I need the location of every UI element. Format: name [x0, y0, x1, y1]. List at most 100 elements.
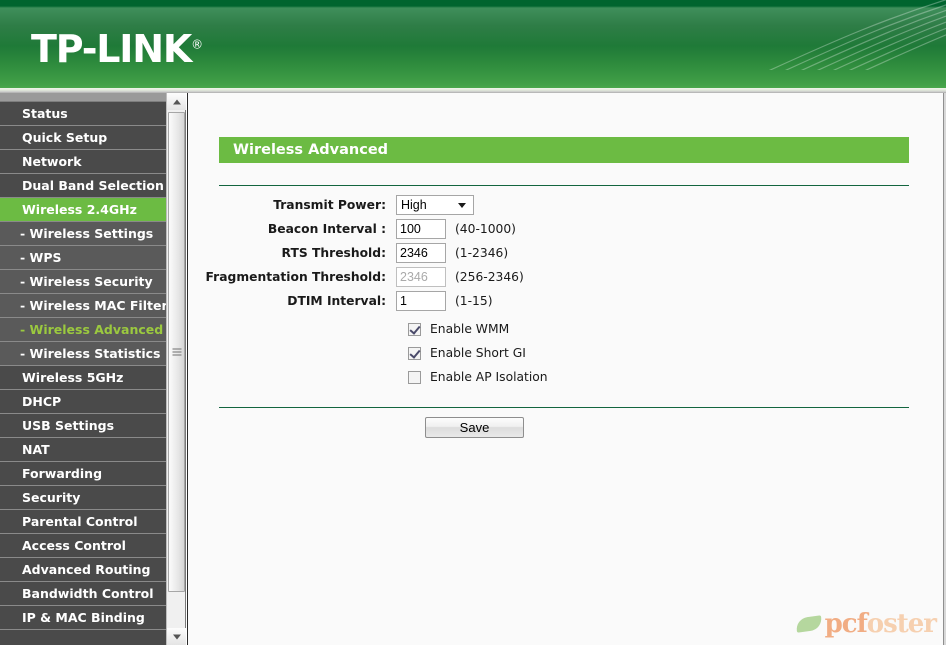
checkbox-row-enable-wmm[interactable]: Enable WMM: [188, 317, 946, 341]
sidebar-item-label: USB Settings: [22, 418, 115, 433]
watermark-text-primary: pcf: [824, 609, 868, 639]
sidebar-item-parental-control[interactable]: Parental Control: [0, 510, 166, 534]
sidebar-top-strip: [0, 93, 166, 102]
sidebar-item-label: Wireless 5GHz: [22, 370, 124, 385]
sidebar-item-label: Forwarding: [22, 466, 103, 481]
sidebar-item-quick-setup[interactable]: Quick Setup: [0, 126, 166, 150]
sidebar-item-label: Bandwidth Control: [22, 586, 154, 601]
chevron-down-icon: [458, 203, 466, 208]
checkbox-label-enable-ap-isolation: Enable AP Isolation: [430, 370, 548, 384]
sidebar-item-label: Access Control: [22, 538, 126, 553]
router-admin-page: TP-LINK® Status Quick Setup Network Dual Ba…: [0, 0, 946, 645]
sidebar-item-status[interactable]: Status: [0, 102, 166, 126]
fragmentation-threshold-hint: (256-2346): [455, 270, 524, 284]
beacon-interval-input[interactable]: [396, 219, 446, 239]
sidebar-item-access-control[interactable]: Access Control: [0, 534, 166, 558]
tplink-logo[interactable]: TP-LINK®: [31, 30, 203, 68]
checkbox-label-enable-short-gi: Enable Short GI: [430, 346, 526, 360]
page-header: TP-LINK®: [0, 0, 946, 88]
checkbox-enable-short-gi[interactable]: [408, 346, 421, 360]
sidebar-item-bandwidth-control[interactable]: Bandwidth Control: [0, 582, 166, 606]
form-row-transmit-power: Transmit Power: High: [188, 193, 946, 217]
sidebar-item-label: DHCP: [22, 394, 62, 409]
dtim-interval-label: DTIM Interval:: [287, 294, 386, 308]
pcfoster-watermark: pcf oster: [794, 609, 937, 639]
sidebar-item-label: - Wireless Advanced: [20, 322, 164, 337]
sidebar-item-label: NAT: [22, 442, 50, 457]
checkbox-row-enable-short-gi[interactable]: Enable Short GI: [188, 341, 946, 365]
checkbox-row-enable-ap-isolation[interactable]: Enable AP Isolation: [188, 365, 946, 389]
watermark-text-secondary: oster: [866, 609, 937, 639]
sidebar-item-label: Wireless 2.4GHz: [22, 202, 137, 217]
transmit-power-value: High: [401, 198, 427, 212]
scrollbar-grip-icon: [172, 348, 181, 356]
wireless-advanced-form: Transmit Power: High Beacon Interval : (…: [188, 193, 946, 389]
form-row-beacon-interval: Beacon Interval : (40-1000): [188, 217, 946, 241]
sidebar-item-wps[interactable]: - WPS: [0, 246, 166, 270]
form-row-dtim-interval: DTIM Interval: (1-15): [188, 289, 946, 313]
leaf-icon: [794, 615, 823, 633]
logo-text: TP-LINK: [31, 27, 192, 71]
sidebar-item-label: Status: [22, 106, 68, 121]
sidebar-item-label: Advanced Routing: [22, 562, 151, 577]
checkbox-enable-ap-isolation[interactable]: [408, 370, 421, 384]
page-title: Wireless Advanced: [219, 137, 909, 163]
sidebar-item-network[interactable]: Network: [0, 150, 166, 174]
sidebar-item-label: Dual Band Selection: [22, 178, 164, 193]
scrollbar-down-button[interactable]: [167, 628, 186, 645]
sidebar-item-wireless-security[interactable]: - Wireless Security: [0, 270, 166, 294]
sidebar-item-label: IP & MAC Binding: [22, 610, 145, 625]
sidebar-item-list: Status Quick Setup Network Dual Band Select…: [0, 102, 166, 630]
sidebar-item-forwarding[interactable]: Forwarding: [0, 462, 166, 486]
main-content: Wireless Advanced Transmit Power: High B…: [187, 93, 946, 645]
form-actions: Save: [188, 417, 946, 438]
sidebar-item-label: Network: [22, 154, 82, 169]
section-divider-top: [219, 185, 909, 186]
sidebar-item-dhcp[interactable]: DHCP: [0, 390, 166, 414]
sidebar-item-label: - Wireless Statistics: [20, 346, 161, 361]
header-swoosh-decoration: [768, 0, 946, 70]
chevron-down-icon: [172, 634, 181, 639]
transmit-power-select[interactable]: High: [396, 195, 474, 215]
rts-threshold-hint: (1-2346): [455, 246, 509, 260]
save-button[interactable]: Save: [425, 417, 524, 438]
sidebar-item-label: Parental Control: [22, 514, 138, 529]
sidebar-item-label: - Wireless Security: [20, 274, 153, 289]
sidebar-item-wireless-mac-filtering[interactable]: - Wireless MAC Filtering: [0, 294, 166, 318]
scrollbar-up-button[interactable]: [167, 93, 186, 110]
dtim-interval-hint: (1-15): [455, 294, 493, 308]
sidebar-nav: Status Quick Setup Network Dual Band Select…: [0, 93, 166, 645]
beacon-interval-hint: (40-1000): [455, 222, 516, 236]
sidebar-item-nat[interactable]: NAT: [0, 438, 166, 462]
sidebar-item-wireless-2-4ghz[interactable]: Wireless 2.4GHz: [0, 198, 166, 222]
form-row-rts-threshold: RTS Threshold: (1-2346): [188, 241, 946, 265]
sidebar-item-advanced-routing[interactable]: Advanced Routing: [0, 558, 166, 582]
sidebar-item-dual-band-selection[interactable]: Dual Band Selection: [0, 174, 166, 198]
sidebar-item-label: - Wireless Settings: [20, 226, 154, 241]
sidebar-item-usb-settings[interactable]: USB Settings: [0, 414, 166, 438]
sidebar-item-label: - Wireless MAC Filtering: [20, 298, 166, 313]
wireless-options-checkbox-group: Enable WMM Enable Short GI Enable AP Isola…: [188, 317, 946, 389]
fragmentation-threshold-label: Fragmentation Threshold:: [205, 270, 386, 284]
section-divider-bottom: [219, 407, 909, 408]
sidebar-item-wireless-statistics[interactable]: - Wireless Statistics: [0, 342, 166, 366]
sidebar-item-wireless-settings[interactable]: - Wireless Settings: [0, 222, 166, 246]
sidebar-scrollbar[interactable]: [166, 93, 186, 645]
sidebar-item-wireless-advanced[interactable]: - Wireless Advanced: [0, 318, 166, 342]
checkbox-label-enable-wmm: Enable WMM: [430, 322, 510, 336]
sidebar-item-ip-mac-binding[interactable]: IP & MAC Binding: [0, 606, 166, 630]
beacon-interval-label: Beacon Interval :: [267, 222, 386, 236]
transmit-power-label: Transmit Power:: [273, 198, 386, 212]
registered-mark: ®: [191, 37, 204, 52]
sidebar-item-security[interactable]: Security: [0, 486, 166, 510]
scrollbar-thumb[interactable]: [168, 112, 185, 592]
rts-threshold-input[interactable]: [396, 243, 446, 263]
dtim-interval-input[interactable]: [396, 291, 446, 311]
checkbox-enable-wmm[interactable]: [408, 322, 421, 336]
sidebar-item-wireless-5ghz[interactable]: Wireless 5GHz: [0, 366, 166, 390]
form-row-fragmentation-threshold: Fragmentation Threshold: (256-2346): [188, 265, 946, 289]
sidebar-item-label: Security: [22, 490, 81, 505]
chevron-up-icon: [172, 99, 181, 104]
fragmentation-threshold-input: [396, 267, 446, 287]
sidebar-item-label: Quick Setup: [22, 130, 108, 145]
